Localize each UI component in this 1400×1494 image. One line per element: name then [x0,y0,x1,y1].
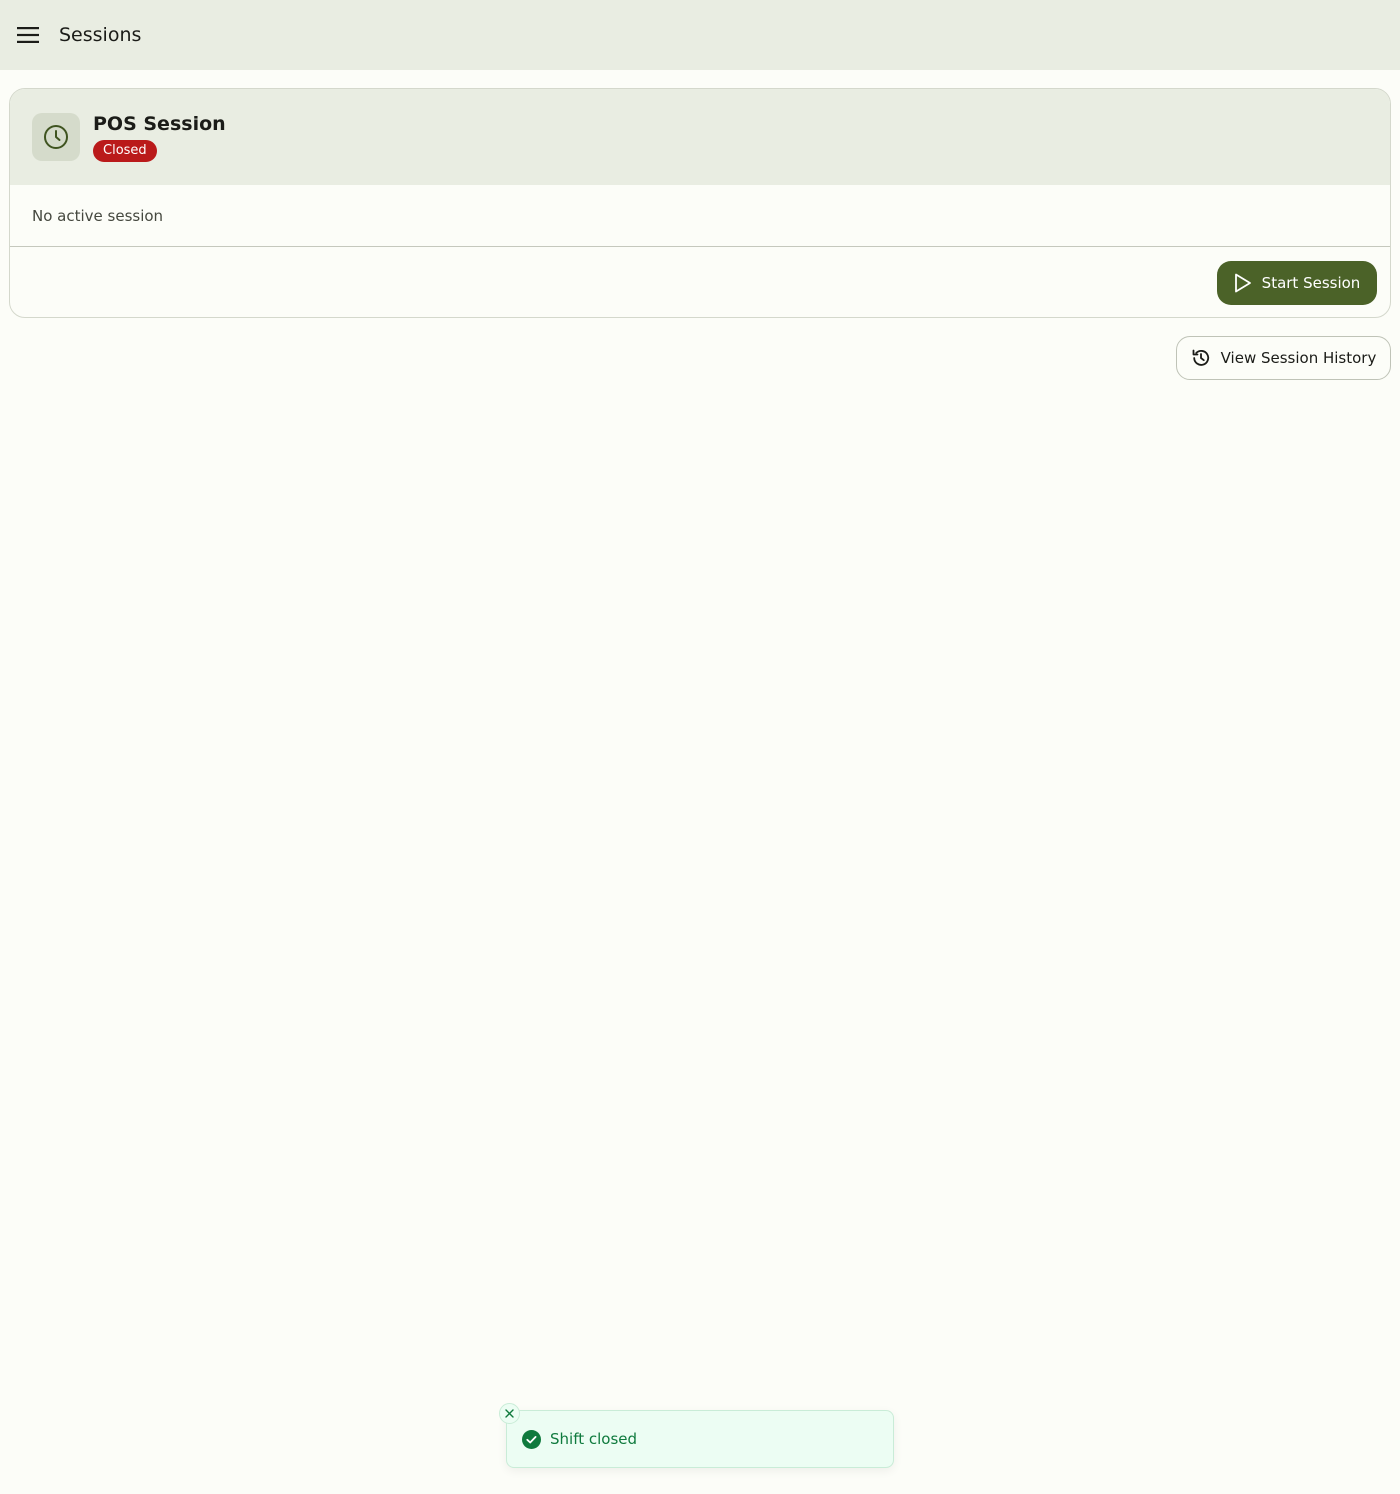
session-card-body: No active session [10,185,1390,247]
clock-icon [44,125,68,149]
check-circle-icon [522,1429,541,1449]
start-session-button[interactable]: Start Session [1217,261,1377,305]
session-card: POS Session Closed No active session Sta… [9,88,1391,318]
toast-message: Shift closed [550,1430,638,1448]
view-session-history-button[interactable]: View Session History [1176,336,1391,380]
session-card-actions: Start Session [10,247,1390,317]
page-title: Sessions [59,24,142,46]
view-session-history-label: View Session History [1220,349,1377,367]
hamburger-menu-icon [17,27,39,43]
toast-notification: Shift closed [506,1410,894,1468]
session-card-header: POS Session Closed [10,89,1390,185]
play-icon [1234,273,1251,293]
app-bar: Sessions [0,0,1400,70]
no-active-session-text: No active session [32,206,164,225]
session-icon-container [32,113,80,161]
close-icon [505,1409,514,1418]
session-card-title: POS Session [93,113,226,135]
status-badge: Closed [93,140,157,162]
start-session-label: Start Session [1261,274,1361,292]
history-icon [1192,349,1209,366]
menu-button[interactable] [0,0,56,70]
toast-close-button[interactable] [499,1403,520,1424]
